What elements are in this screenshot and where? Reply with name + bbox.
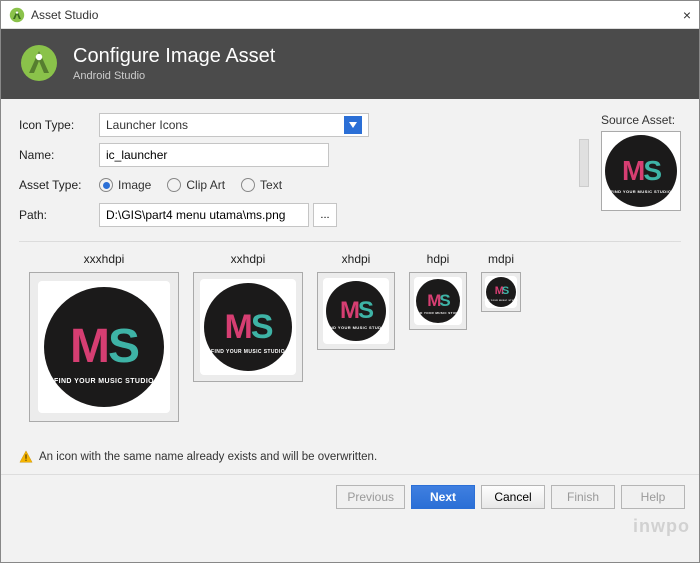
browse-button[interactable]: ... <box>313 203 337 227</box>
asset-type-group: Image Clip Art Text <box>99 178 282 192</box>
radio-label: Image <box>118 178 151 192</box>
android-studio-logo-icon <box>19 43 59 83</box>
radio-label: Clip Art <box>186 178 225 192</box>
icon-type-label: Icon Type: <box>19 118 99 132</box>
preview-xhdpi: xhdpi MSFIND YOUR MUSIC STUDIO <box>317 252 395 350</box>
finish-button: Finish <box>551 485 615 509</box>
help-button: Help <box>621 485 685 509</box>
android-studio-icon <box>9 7 25 23</box>
source-asset-preview: MS FIND YOUR MUSIC STUDIO <box>601 131 681 211</box>
icon-type-select[interactable]: Launcher Icons <box>99 113 369 137</box>
preview-box: MSFIND YOUR MUSIC STUDIO <box>193 272 303 382</box>
path-label: Path: <box>19 208 99 222</box>
name-label: Name: <box>19 148 99 162</box>
previous-button: Previous <box>336 485 405 509</box>
asset-type-radio-text[interactable]: Text <box>241 178 282 192</box>
preview-box: MSFIND YOUR MUSIC STUDIO <box>481 272 521 312</box>
warning-text: An icon with the same name already exist… <box>39 451 377 463</box>
preview-hdpi: hdpi MSFIND YOUR MUSIC STUDIO <box>409 252 467 330</box>
preview-box: MSFIND YOUR MUSIC STUDIO <box>317 272 395 350</box>
preview-xxxhdpi: xxxhdpi MSFIND YOUR MUSIC STUDIO <box>29 252 179 422</box>
dialog-footer: Previous Next Cancel Finish Help <box>1 474 699 519</box>
warning-row: An icon with the same name already exist… <box>1 450 699 464</box>
path-input[interactable] <box>99 203 309 227</box>
preview-label: hdpi <box>409 252 467 266</box>
warning-icon <box>19 450 33 464</box>
next-button[interactable]: Next <box>411 485 475 509</box>
watermark: inwpo <box>633 516 690 537</box>
cancel-button[interactable]: Cancel <box>481 485 545 509</box>
form-scrollbar[interactable] <box>579 139 589 187</box>
preview-xxhdpi: xxhdpi MSFIND YOUR MUSIC STUDIO <box>193 252 303 382</box>
preview-label: xxhdpi <box>193 252 303 266</box>
dialog-title: Configure Image Asset <box>73 45 275 68</box>
titlebar: Asset Studio × <box>1 1 699 29</box>
preview-mdpi: mdpi MSFIND YOUR MUSIC STUDIO <box>481 252 521 312</box>
radio-icon <box>241 178 255 192</box>
asset-type-radio-clip-art[interactable]: Clip Art <box>167 178 225 192</box>
dialog-subtitle: Android Studio <box>73 70 275 82</box>
source-asset-label: Source Asset: <box>601 113 681 127</box>
preview-box: MSFIND YOUR MUSIC STUDIO <box>29 272 179 422</box>
dialog-header: Configure Image Asset Android Studio <box>1 29 699 99</box>
radio-icon <box>167 178 181 192</box>
dropdown-arrow-icon <box>344 116 362 134</box>
radio-icon <box>99 178 113 192</box>
window-title: Asset Studio <box>31 8 98 22</box>
preview-label: xxxhdpi <box>29 252 179 266</box>
preview-label: mdpi <box>481 252 521 266</box>
name-input[interactable] <box>99 143 329 167</box>
close-icon[interactable]: × <box>683 7 691 23</box>
preview-label: xhdpi <box>317 252 395 266</box>
preview-box: MSFIND YOUR MUSIC STUDIO <box>409 272 467 330</box>
density-previews: xxxhdpi MSFIND YOUR MUSIC STUDIO xxhdpi MSF… <box>1 242 699 422</box>
logo-tag: FIND YOUR MUSIC STUDIO <box>611 189 672 194</box>
asset-type-radio-image[interactable]: Image <box>99 178 151 192</box>
radio-label: Text <box>260 178 282 192</box>
icon-type-value: Launcher Icons <box>106 118 188 132</box>
asset-type-label: Asset Type: <box>19 178 99 192</box>
